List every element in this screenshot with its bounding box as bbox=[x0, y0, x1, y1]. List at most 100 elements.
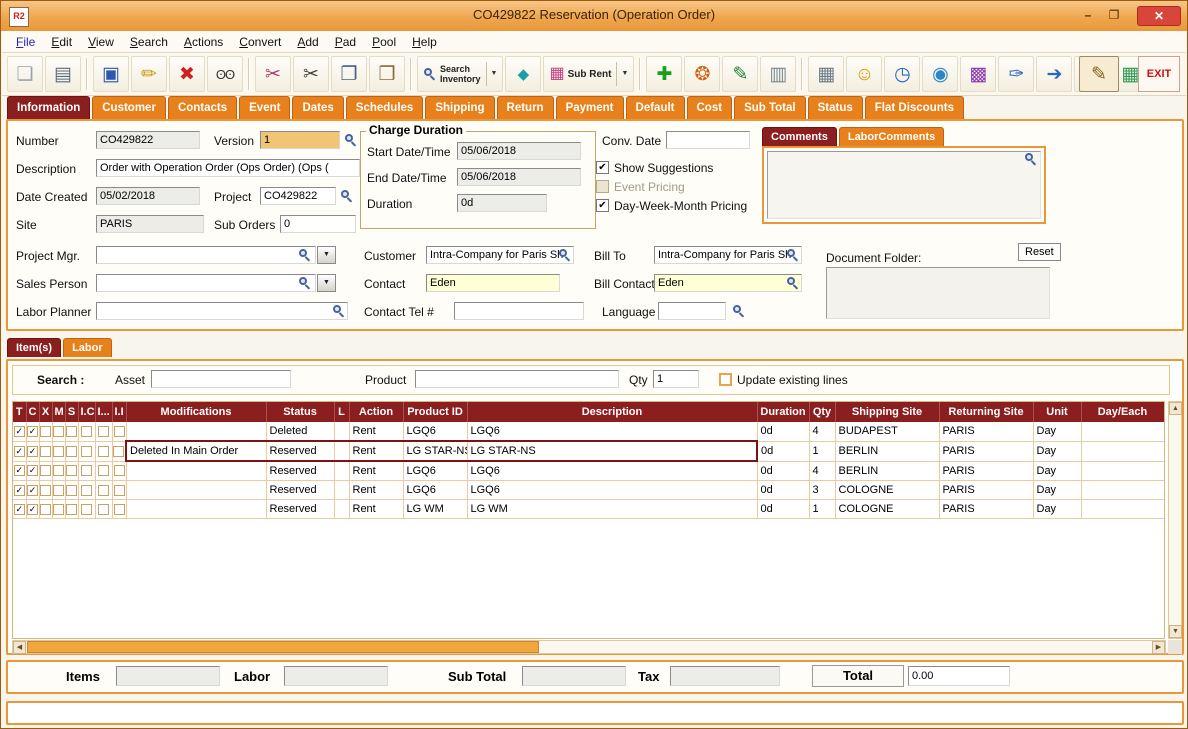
cell-check-m[interactable] bbox=[52, 422, 65, 441]
add-line-button[interactable]: ✚ bbox=[646, 56, 682, 92]
cell-check-ii[interactable] bbox=[112, 461, 126, 481]
table-row[interactable]: ✓ ✓ Reserved Rent LGQ6 bbox=[13, 481, 1164, 500]
cell-modifications[interactable] bbox=[126, 481, 266, 500]
batch-button[interactable]: ▦ bbox=[808, 56, 844, 92]
description-field[interactable] bbox=[96, 159, 360, 177]
cell-qty[interactable]: 3 bbox=[809, 481, 835, 500]
cell-day-each[interactable] bbox=[1081, 422, 1164, 441]
cell-duration[interactable]: 0d bbox=[757, 441, 809, 461]
sub-rent-button[interactable]: ▦ Sub Rent ▼ bbox=[543, 56, 634, 92]
search-inventory-button[interactable]: Search Inventory ▼ bbox=[417, 56, 503, 92]
cell-check-s[interactable] bbox=[65, 422, 78, 441]
cell-day-each[interactable] bbox=[1081, 500, 1164, 519]
col-product-id[interactable]: Product ID bbox=[403, 402, 467, 422]
project-mgr-dropdown-button[interactable]: ▼ bbox=[317, 246, 336, 264]
col-modifications[interactable]: Modifications bbox=[126, 402, 266, 422]
cell-check-t[interactable]: ✓ bbox=[13, 461, 26, 481]
col-ic[interactable]: I.C bbox=[78, 402, 95, 422]
delete-button[interactable]: ✖ bbox=[169, 56, 205, 92]
language-field[interactable] bbox=[658, 302, 726, 320]
cell-check-s[interactable] bbox=[65, 481, 78, 500]
cell-duration[interactable]: 0d bbox=[757, 500, 809, 519]
col-shipping-site[interactable]: Shipping Site bbox=[835, 402, 939, 422]
tab-sub-total[interactable]: Sub Total bbox=[734, 96, 806, 119]
tab-comments[interactable]: Comments bbox=[762, 127, 837, 146]
cell-description[interactable]: LGQ6 bbox=[467, 481, 757, 500]
cell-qty[interactable]: 4 bbox=[809, 422, 835, 441]
paste-button[interactable]: ❒ bbox=[369, 56, 405, 92]
menu-actions[interactable]: Actions bbox=[176, 33, 231, 51]
table-row[interactable]: ✓ ✓ Deleted In Main Order Reserved Rent bbox=[13, 441, 1164, 461]
cell-returning-site[interactable]: PARIS bbox=[939, 441, 1033, 461]
cell-check-c[interactable]: ✓ bbox=[26, 500, 39, 519]
cell-check-m[interactable] bbox=[52, 441, 65, 461]
tab-information[interactable]: Information bbox=[7, 96, 90, 119]
cell-check-ic[interactable] bbox=[78, 422, 95, 441]
find-button[interactable]: ʘʘ bbox=[207, 56, 243, 92]
disc-button[interactable]: ◉ bbox=[922, 56, 958, 92]
cell-qty[interactable]: 4 bbox=[809, 461, 835, 481]
customer-field[interactable] bbox=[426, 246, 574, 264]
cell-check-t[interactable]: ✓ bbox=[13, 422, 26, 441]
reset-button[interactable]: Reset bbox=[1018, 243, 1061, 261]
contact-field[interactable] bbox=[426, 274, 560, 292]
sales-person-lookup-icon[interactable] bbox=[298, 276, 312, 290]
new-document-button[interactable]: ❏ bbox=[7, 56, 43, 92]
cell-check-c[interactable]: ✓ bbox=[26, 461, 39, 481]
col-unit[interactable]: Unit bbox=[1033, 402, 1081, 422]
cell-check-x[interactable] bbox=[39, 481, 52, 500]
labor-planner-lookup-icon[interactable] bbox=[332, 304, 346, 318]
cell-check-m[interactable] bbox=[52, 461, 65, 481]
cell-shipping-site[interactable]: BERLIN bbox=[835, 441, 939, 461]
scroll-left-icon[interactable]: ◀ bbox=[13, 641, 26, 654]
cell-description[interactable]: LGQ6 bbox=[467, 461, 757, 481]
cell-returning-site[interactable]: PARIS bbox=[939, 422, 1033, 441]
cell-qty[interactable]: 1 bbox=[809, 441, 835, 461]
col-description[interactable]: Description bbox=[467, 402, 757, 422]
cell-description[interactable]: LG WM bbox=[467, 500, 757, 519]
col-s[interactable]: S bbox=[65, 402, 78, 422]
scrollbar-thumb[interactable] bbox=[27, 641, 539, 653]
language-lookup-icon[interactable] bbox=[732, 304, 746, 318]
cell-unit[interactable]: Day bbox=[1033, 461, 1081, 481]
cell-l[interactable] bbox=[334, 441, 349, 461]
cell-unit[interactable]: Day bbox=[1033, 441, 1081, 461]
cell-check-m[interactable] bbox=[52, 500, 65, 519]
cell-check-ic[interactable] bbox=[78, 441, 95, 461]
cell-check-i1[interactable] bbox=[95, 481, 112, 500]
tab-dates[interactable]: Dates bbox=[292, 96, 343, 119]
edit-notes-button[interactable]: ✑ bbox=[998, 56, 1034, 92]
close-button[interactable]: ✕ bbox=[1137, 6, 1181, 26]
version-lookup-icon[interactable] bbox=[344, 133, 358, 147]
version-field[interactable] bbox=[260, 131, 340, 149]
cell-check-ic[interactable] bbox=[78, 500, 95, 519]
print-button[interactable]: ▤ bbox=[45, 56, 81, 92]
cell-check-s[interactable] bbox=[65, 461, 78, 481]
cell-product-id[interactable]: LG WM bbox=[403, 500, 467, 519]
tab-flat-discounts[interactable]: Flat Discounts bbox=[865, 96, 964, 119]
pool-drop-button[interactable]: ◆ bbox=[505, 56, 541, 92]
cell-check-ii[interactable] bbox=[112, 500, 126, 519]
tab-items[interactable]: Item(s) bbox=[7, 338, 61, 357]
cell-shipping-site[interactable]: COLOGNE bbox=[835, 500, 939, 519]
cell-modifications[interactable] bbox=[126, 422, 266, 441]
scroll-up-icon[interactable]: ▲ bbox=[1169, 402, 1182, 415]
sign-button[interactable]: ✎ bbox=[1079, 56, 1119, 92]
cell-day-each[interactable] bbox=[1081, 461, 1164, 481]
project-mgr-lookup-icon[interactable] bbox=[298, 248, 312, 262]
cell-duration[interactable]: 0d bbox=[757, 422, 809, 441]
table-horizontal-scrollbar[interactable]: ◀ ▶ bbox=[12, 640, 1166, 654]
cell-status[interactable]: Reserved bbox=[266, 500, 334, 519]
table-row[interactable]: ✓ ✓ Reserved Rent LGQ6 bbox=[13, 461, 1164, 481]
tab-schedules[interactable]: Schedules bbox=[346, 96, 424, 119]
exit-button[interactable]: EXIT bbox=[1138, 56, 1180, 92]
customer-lookup-icon[interactable] bbox=[558, 248, 572, 262]
tab-shipping[interactable]: Shipping bbox=[425, 96, 494, 119]
cell-action[interactable]: Rent bbox=[349, 422, 403, 441]
tab-labor-comments[interactable]: LaborComments bbox=[839, 127, 944, 146]
asset-input[interactable] bbox=[151, 370, 291, 388]
cell-status[interactable]: Reserved bbox=[266, 481, 334, 500]
cell-status[interactable]: Deleted bbox=[266, 422, 334, 441]
cell-shipping-site[interactable]: BERLIN bbox=[835, 461, 939, 481]
cell-check-t[interactable]: ✓ bbox=[13, 500, 26, 519]
